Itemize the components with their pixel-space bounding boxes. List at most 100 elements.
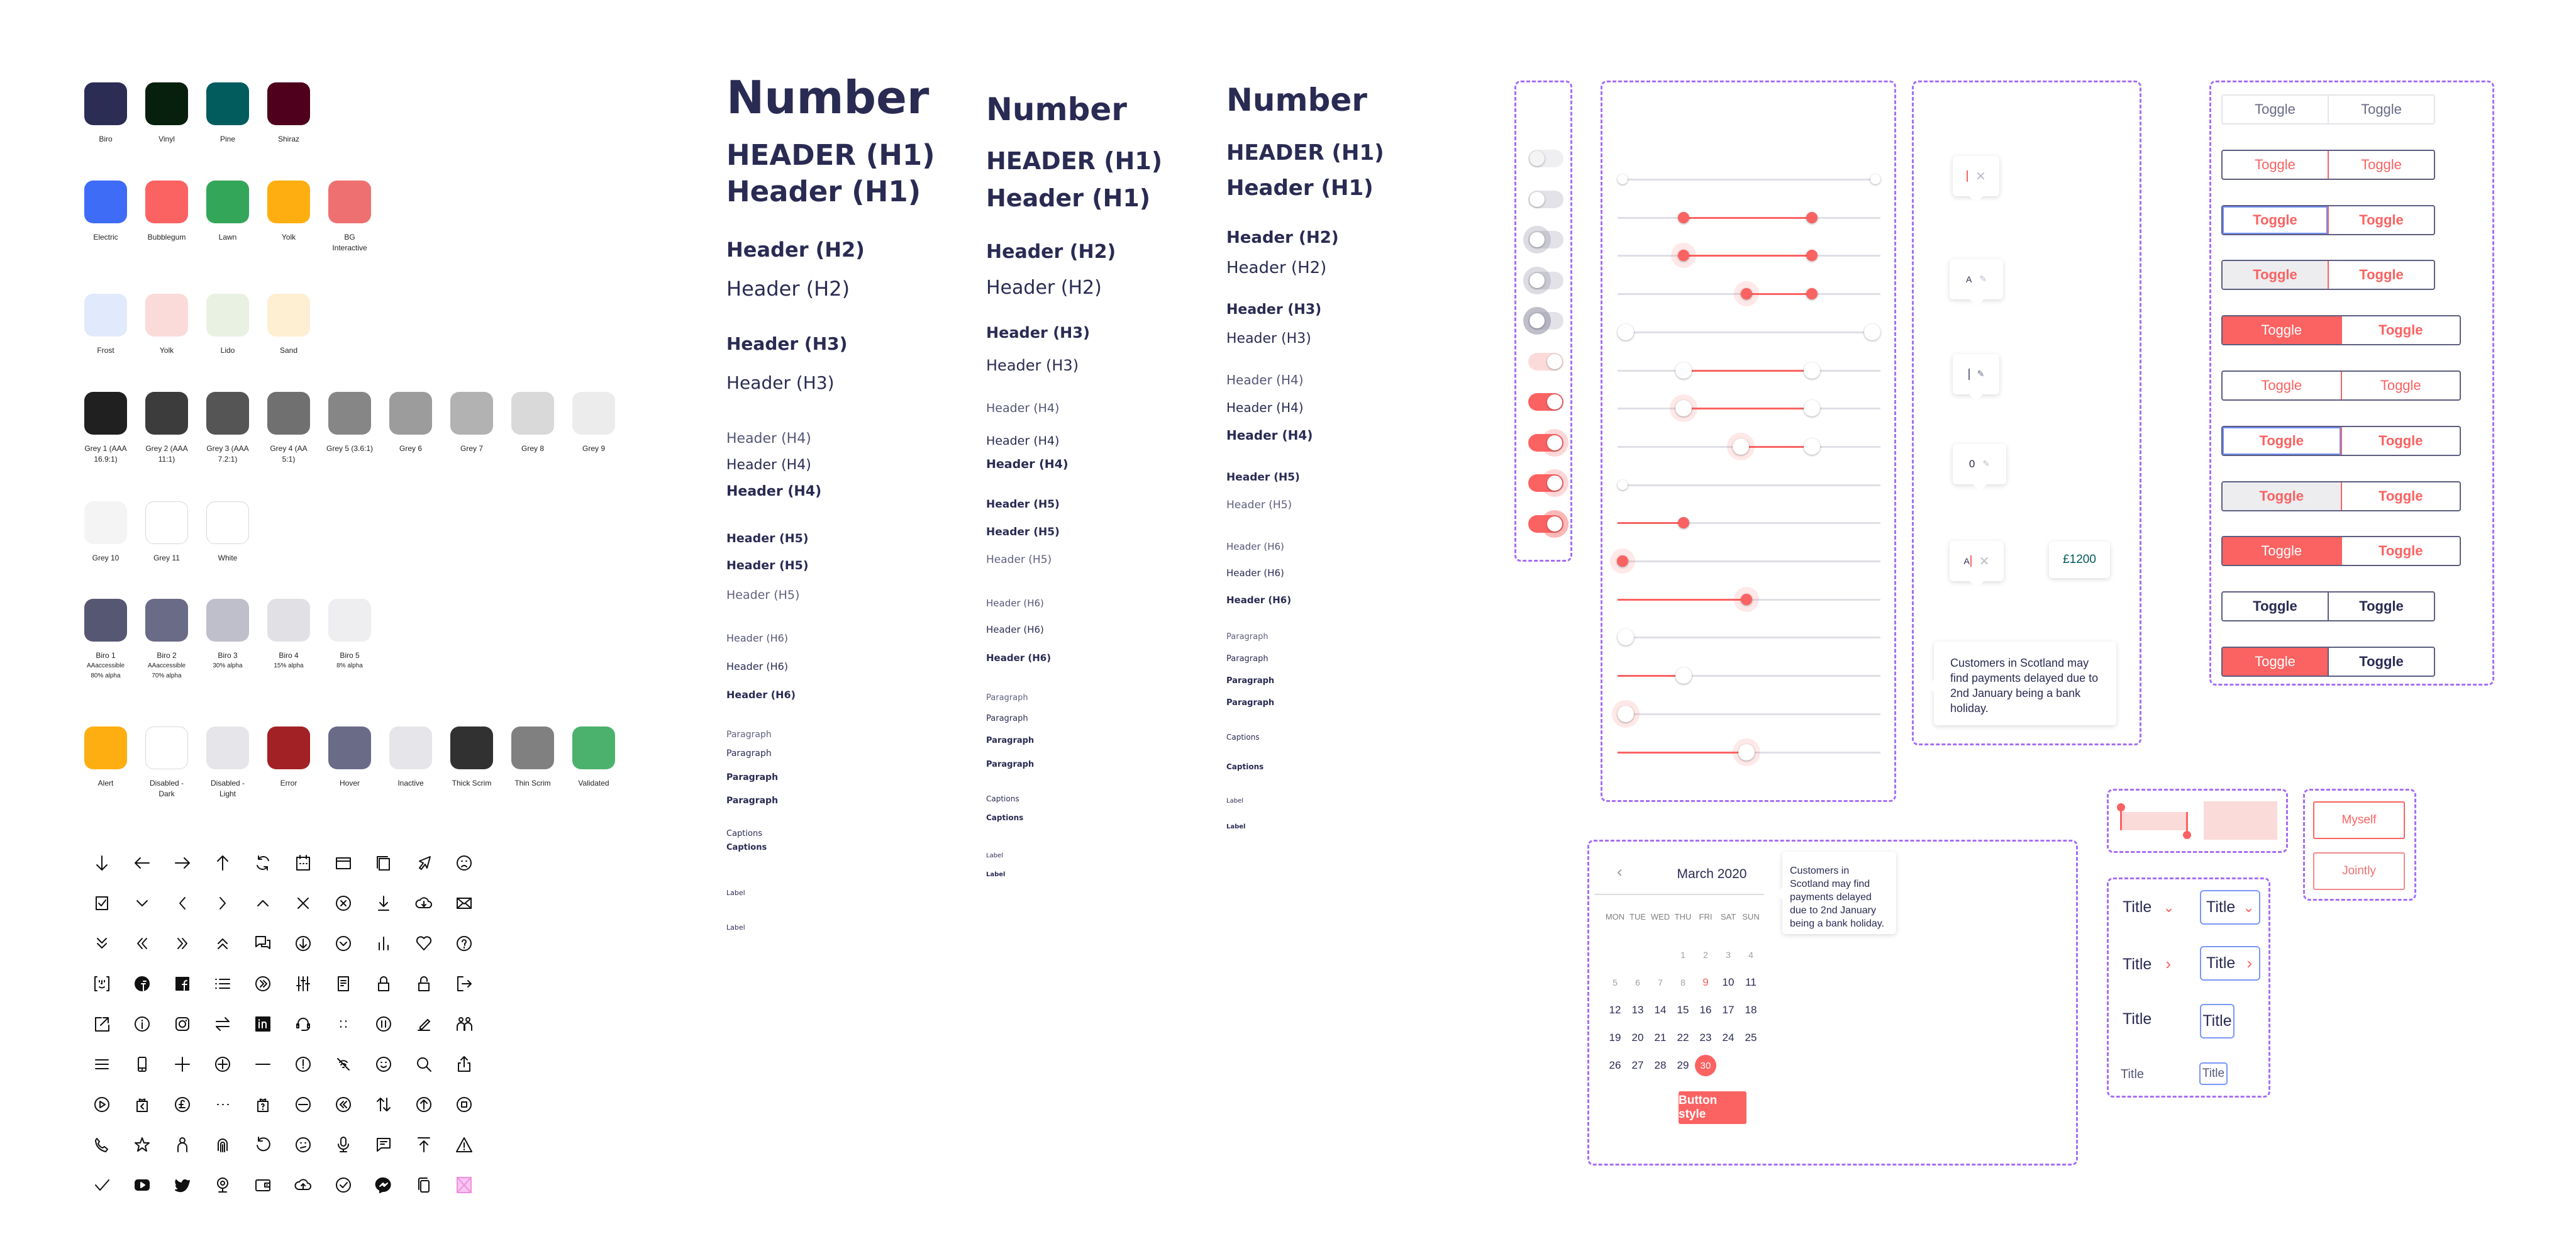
slider-thumb[interactable] bbox=[1740, 288, 1752, 300]
value-tooltip[interactable]: 0 ✎ bbox=[1953, 444, 2006, 491]
slider-range[interactable] bbox=[1618, 281, 1880, 307]
title-link-focused[interactable]: Title › bbox=[2200, 946, 2260, 981]
slider-single[interactable] bbox=[1610, 548, 1880, 574]
slider-thumb[interactable] bbox=[1804, 400, 1821, 417]
slider-thumb[interactable] bbox=[1806, 250, 1818, 262]
switch-knob[interactable] bbox=[1530, 272, 1545, 288]
slider-thumb[interactable] bbox=[1733, 438, 1750, 455]
toggle-option-left[interactable]: Toggle bbox=[2223, 261, 2329, 289]
calendar-day[interactable]: 12 bbox=[1604, 996, 1626, 1024]
calendar-day[interactable]: 24 bbox=[1717, 1024, 1740, 1052]
switch-knob[interactable] bbox=[1547, 476, 1562, 491]
title-dropdown-focused[interactable]: Title ⌄ bbox=[2200, 890, 2260, 925]
calendar-day[interactable]: 21 bbox=[1649, 1024, 1672, 1052]
slider-thumb[interactable] bbox=[1617, 555, 1628, 567]
switch-off-focus[interactable] bbox=[1523, 266, 1563, 294]
previous-month-button[interactable]: ‹ bbox=[1616, 864, 1629, 881]
slider-thumb[interactable] bbox=[1806, 211, 1818, 223]
toggle-option-right[interactable]: Toggle bbox=[2329, 96, 2434, 123]
slider-thumb[interactable] bbox=[1618, 479, 1628, 490]
calendar-day[interactable]: 9 bbox=[1694, 969, 1717, 996]
slider-thumb[interactable] bbox=[1618, 174, 1628, 184]
switch-off-hover[interactable] bbox=[1523, 226, 1563, 253]
slider-single[interactable] bbox=[1618, 738, 1880, 766]
switch-knob[interactable] bbox=[1530, 313, 1545, 328]
toggle-option-right[interactable]: Toggle bbox=[2342, 427, 2460, 455]
title-text-focused[interactable]: Title bbox=[2200, 1004, 2235, 1038]
switch-knob[interactable] bbox=[1547, 394, 1562, 409]
calendar-day[interactable]: 23 bbox=[1694, 1024, 1717, 1052]
switch-on-pressed[interactable] bbox=[1528, 509, 1568, 538]
slider-single[interactable] bbox=[1618, 628, 1880, 647]
slider-thumb[interactable] bbox=[1738, 743, 1755, 760]
switch-knob[interactable] bbox=[1530, 151, 1545, 166]
slider-single[interactable] bbox=[1618, 586, 1880, 612]
value-tooltip[interactable]: ✎ bbox=[1953, 354, 1999, 401]
toggle-option-right[interactable]: Toggle bbox=[2329, 206, 2434, 234]
slider-thumb[interactable] bbox=[1675, 400, 1692, 417]
slider-thumb[interactable] bbox=[1870, 174, 1880, 184]
toggle-option-right[interactable]: Toggle bbox=[2342, 537, 2460, 565]
slider-range[interactable] bbox=[1618, 170, 1880, 189]
calendar-day[interactable]: 10 bbox=[1717, 969, 1740, 996]
title-link[interactable]: Title › bbox=[2123, 954, 2171, 974]
toggle-option-left[interactable]: Toggle bbox=[2223, 372, 2342, 399]
slider-thumb[interactable] bbox=[1677, 211, 1689, 223]
toggle-option-left[interactable]: Toggle bbox=[2223, 150, 2329, 179]
pencil-icon[interactable]: ✎ bbox=[1982, 459, 1990, 469]
slider-single[interactable] bbox=[1618, 513, 1880, 532]
toggle-option-left[interactable]: Toggle bbox=[2223, 648, 2329, 676]
slider-range[interactable] bbox=[1618, 323, 1880, 342]
calendar-day[interactable]: 11 bbox=[1740, 969, 1762, 996]
range-start-knob[interactable] bbox=[2117, 803, 2125, 811]
toggle-option-right[interactable]: Toggle bbox=[2329, 593, 2434, 620]
close-icon[interactable]: ✕ bbox=[1979, 554, 1990, 569]
slider-single[interactable] bbox=[1618, 476, 1880, 494]
calendar-day[interactable]: 13 bbox=[1626, 996, 1649, 1024]
toggle-option-left[interactable]: Toggle bbox=[2223, 96, 2329, 123]
slider-range[interactable] bbox=[1618, 432, 1880, 460]
calendar-day[interactable]: 26 bbox=[1604, 1052, 1626, 1079]
slider-thumb[interactable] bbox=[1675, 362, 1692, 379]
switch-knob[interactable] bbox=[1530, 232, 1545, 247]
slider-single[interactable] bbox=[1618, 666, 1880, 685]
slider-single[interactable] bbox=[1612, 699, 1880, 728]
switch-off[interactable] bbox=[1528, 190, 1563, 208]
toggle-option-left[interactable]: Toggle bbox=[2223, 482, 2342, 510]
value-tooltip[interactable]: A ✎ bbox=[1950, 259, 2003, 306]
slider-thumb[interactable] bbox=[1677, 517, 1689, 529]
toggle-option-right[interactable]: Toggle bbox=[2329, 261, 2434, 289]
jointly-button[interactable]: Jointly bbox=[2313, 852, 2405, 890]
slider-thumb[interactable] bbox=[1804, 438, 1821, 455]
close-icon[interactable]: ✕ bbox=[1975, 169, 1986, 184]
slider-thumb[interactable] bbox=[1864, 323, 1880, 340]
toggle-option-right[interactable]: Toggle bbox=[2342, 316, 2460, 344]
calendar-day[interactable]: 18 bbox=[1740, 996, 1762, 1024]
calendar-day[interactable]: 29 bbox=[1672, 1052, 1694, 1079]
calendar-day[interactable]: 28 bbox=[1649, 1052, 1672, 1079]
switch-knob[interactable] bbox=[1547, 353, 1562, 369]
switch-on[interactable] bbox=[1528, 393, 1563, 411]
slider-range[interactable] bbox=[1618, 394, 1880, 423]
slider-thumb[interactable] bbox=[1804, 362, 1821, 379]
toggle-option-left[interactable]: Toggle bbox=[2223, 426, 2342, 455]
slider-thumb[interactable] bbox=[1618, 705, 1634, 722]
toggle-option-left[interactable]: Toggle bbox=[2223, 593, 2329, 621]
range-end-knob[interactable] bbox=[2183, 831, 2191, 839]
title-dropdown[interactable]: Title ⌄ bbox=[2123, 898, 2175, 916]
slider-thumb[interactable] bbox=[1618, 323, 1634, 340]
calendar-day[interactable]: 16 bbox=[1694, 996, 1717, 1024]
calendar-day[interactable]: 27 bbox=[1626, 1052, 1649, 1079]
toggle-option-right[interactable]: Toggle bbox=[2342, 372, 2460, 399]
calendar-confirm-button[interactable]: Button style bbox=[1679, 1091, 1746, 1124]
calendar-day[interactable]: 14 bbox=[1649, 996, 1672, 1024]
pencil-icon[interactable]: ✎ bbox=[1977, 369, 1985, 379]
calendar-day[interactable]: 22 bbox=[1672, 1024, 1694, 1052]
slider-thumb[interactable] bbox=[1618, 629, 1634, 646]
title-text-small-focused[interactable]: Title bbox=[2199, 1062, 2228, 1085]
switch-knob[interactable] bbox=[1547, 435, 1562, 450]
slider-thumb[interactable] bbox=[1740, 593, 1752, 605]
calendar-day[interactable]: 19 bbox=[1604, 1024, 1626, 1052]
toggle-option-right[interactable]: Toggle bbox=[2329, 151, 2434, 179]
pencil-icon[interactable]: ✎ bbox=[1979, 274, 1987, 284]
